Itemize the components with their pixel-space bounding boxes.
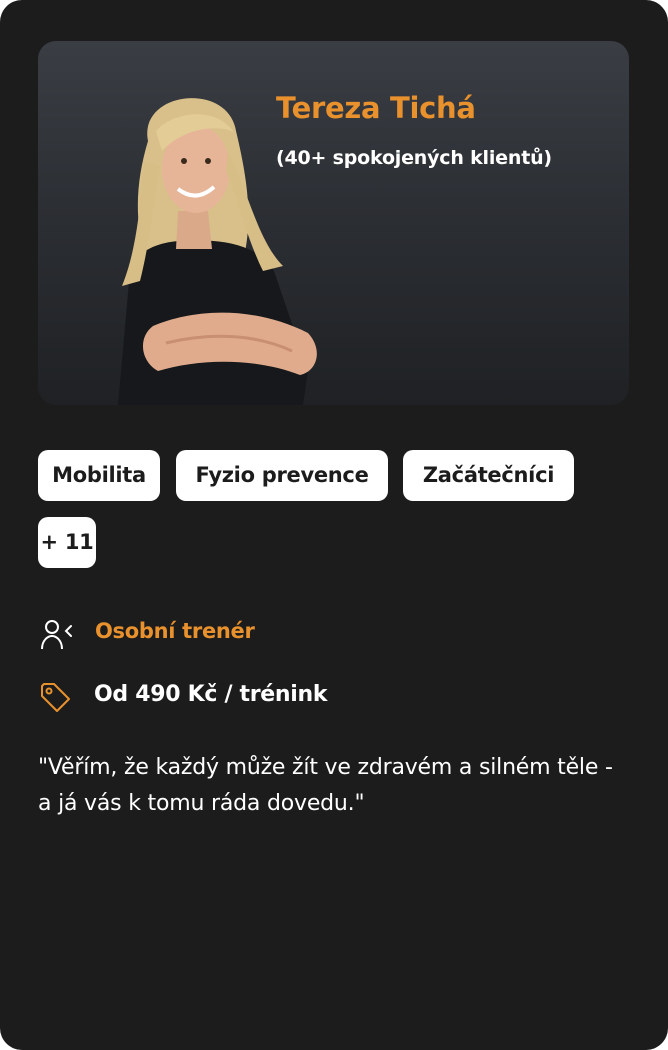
tag-mobilita[interactable]: Mobilita [38,450,160,501]
client-count: (40+ spokojených klientů) [276,147,552,169]
price-row [38,680,74,716]
trainer-hero: Tereza Tichá (40+ spokojených klientů) [38,41,629,405]
user-icon [38,616,74,652]
price-tag-icon [38,680,74,716]
tag-zacatecnici[interactable]: Začátečníci [403,450,574,501]
role-label: Osobní trenér [95,619,255,643]
more-tags-button[interactable]: + 11 [38,517,96,568]
tag-fyzio-prevence[interactable]: Fyzio prevence [176,450,388,501]
role-row [38,616,74,652]
trainer-name: Tereza Tichá [276,91,476,125]
trainer-card[interactable]: Tereza Tichá (40+ spokojených klientů) M… [0,0,668,1050]
trainer-quote: "Věřím, že každý může žít ve zdravém a s… [38,755,613,816]
price-label: Od 490 Kč / trénink [94,682,328,707]
